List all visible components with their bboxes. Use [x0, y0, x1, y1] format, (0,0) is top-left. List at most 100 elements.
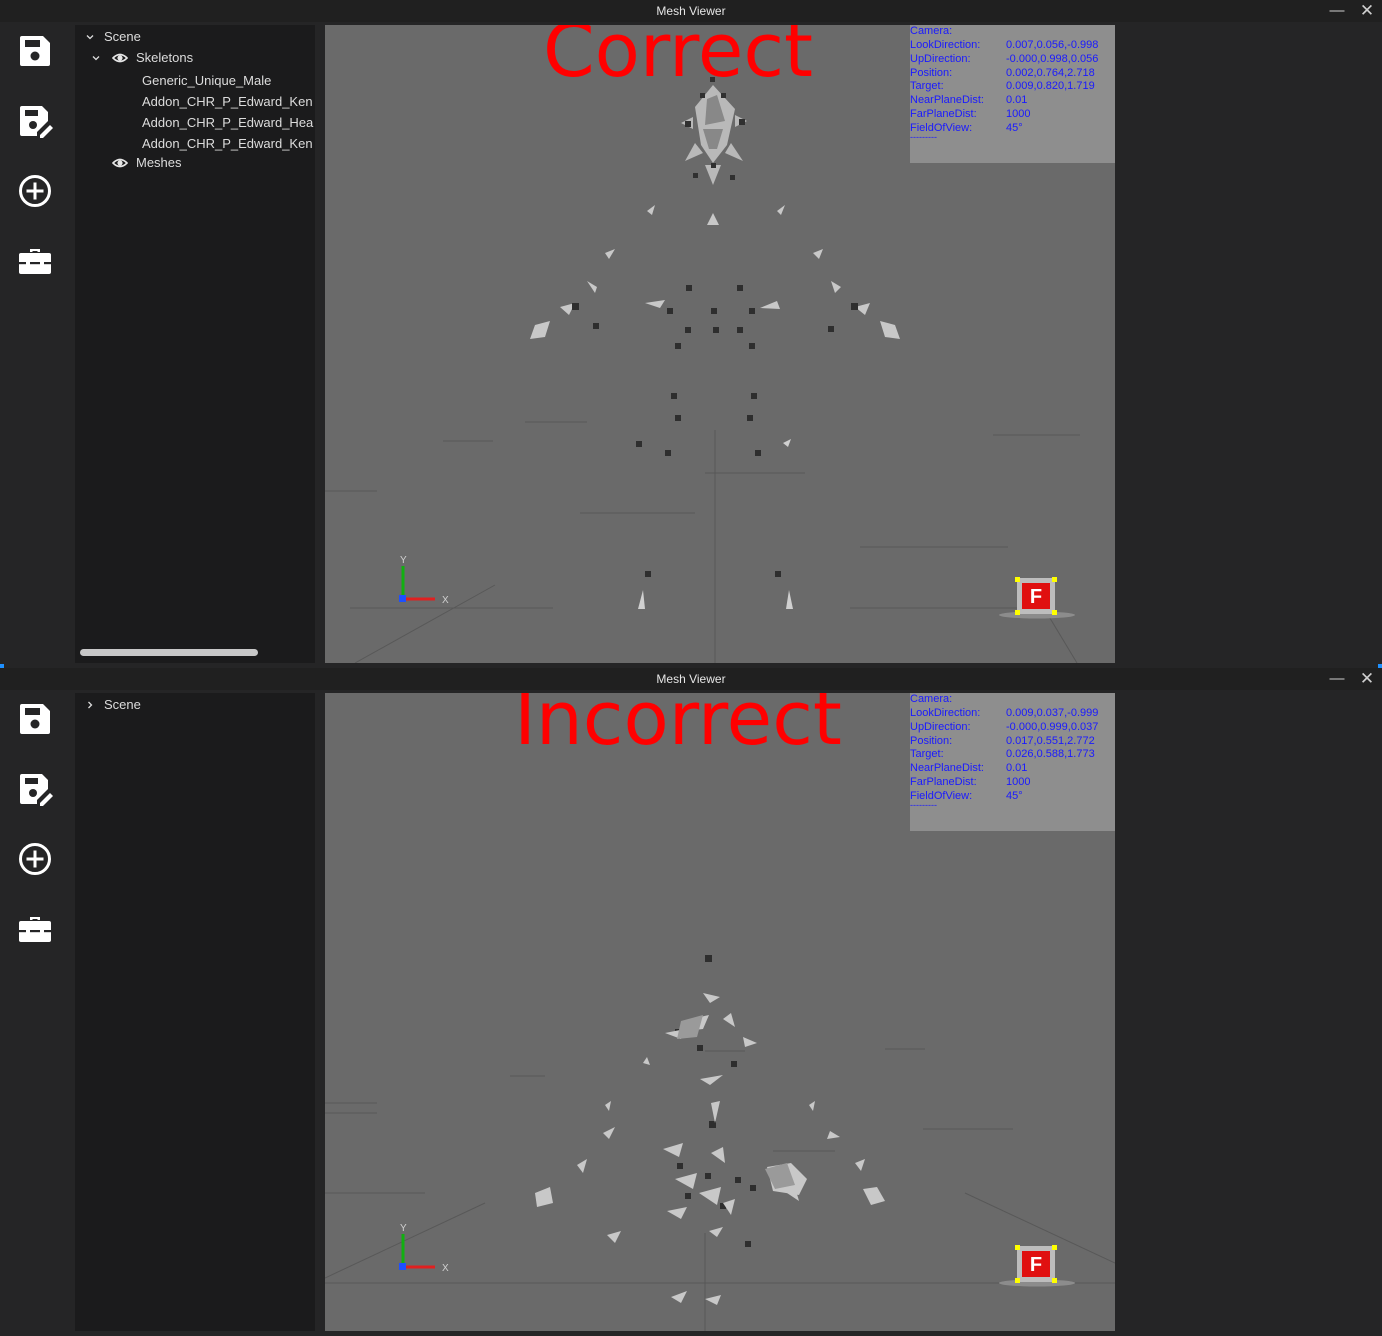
- camera-row: LookDirection: 0.007,0.056,-0.998: [910, 39, 1115, 53]
- title-bar[interactable]: Mesh Viewer — ✕: [0, 0, 1382, 22]
- camera-row: FarPlaneDist: 1000: [910, 776, 1115, 790]
- window-title: Mesh Viewer: [656, 672, 726, 686]
- tree-node-scene[interactable]: Scene: [104, 28, 141, 46]
- save-icon: [17, 33, 53, 69]
- camera-value: 0.002,0.764,2.718: [1006, 67, 1095, 79]
- camera-info-panel: Camera: LookDirection: 0.009,0.037,-0.99…: [910, 693, 1115, 831]
- side-toolbar: [0, 690, 70, 1336]
- camera-row: NearPlaneDist: 0.01: [910, 94, 1115, 108]
- tools-button[interactable]: [17, 243, 53, 279]
- axis-y-label: Y: [400, 1223, 407, 1234]
- minimize-button[interactable]: —: [1324, 670, 1350, 688]
- tree-item-skeleton[interactable]: Addon_CHR_P_Edward_Ken: [142, 93, 313, 111]
- axis-gizmo: Y X: [399, 1223, 449, 1274]
- tree-node-scene[interactable]: Scene: [104, 696, 141, 714]
- camera-footer: ---------: [910, 132, 937, 142]
- save-as-button[interactable]: [17, 771, 53, 807]
- add-button[interactable]: [17, 841, 53, 877]
- camera-info-panel: Camera: LookDirection: 0.007,0.056,-0.99…: [910, 25, 1115, 163]
- camera-key: FarPlaneDist:: [910, 776, 977, 788]
- chevron-right-icon[interactable]: [85, 696, 95, 714]
- window-title: Mesh Viewer: [656, 4, 726, 18]
- eye-icon[interactable]: [112, 49, 128, 67]
- camera-row: NearPlaneDist: 0.01: [910, 762, 1115, 776]
- eye-icon[interactable]: [112, 154, 128, 172]
- add-circle-icon: [17, 173, 53, 209]
- camera-value: 0.026,0.588,1.773: [1006, 748, 1095, 760]
- close-button[interactable]: ✕: [1354, 2, 1380, 20]
- camera-value: 45°: [1006, 122, 1023, 134]
- camera-value: 0.01: [1006, 94, 1028, 106]
- camera-value: 45°: [1006, 790, 1023, 802]
- camera-value: 0.007,0.056,-0.998: [1006, 39, 1099, 51]
- toolbox-icon: [17, 243, 53, 279]
- camera-key: LookDirection:: [910, 39, 981, 51]
- camera-key: Target:: [910, 748, 944, 760]
- tree-node-skeletons[interactable]: Skeletons: [136, 49, 193, 67]
- tools-button[interactable]: [17, 911, 53, 947]
- minimize-button[interactable]: —: [1324, 2, 1350, 20]
- side-toolbar: [0, 22, 70, 668]
- mesh-viewer-window-top: Mesh Viewer — ✕ Scene Skeletons Generic_…: [0, 0, 1382, 668]
- tree-item-skeleton[interactable]: Addon_CHR_P_Edward_Ken: [142, 135, 313, 153]
- chevron-down-icon[interactable]: [91, 49, 101, 67]
- camera-key: LookDirection:: [910, 707, 981, 719]
- camera-footer: ---------: [910, 800, 937, 810]
- camera-row: Position: 0.017,0.551,2.772: [910, 735, 1115, 749]
- camera-key: Position:: [910, 67, 953, 79]
- horizontal-scrollbar[interactable]: [80, 649, 258, 656]
- camera-row: Target: 0.026,0.588,1.773: [910, 748, 1115, 762]
- tree-item-skeleton[interactable]: Addon_CHR_P_Edward_Hea: [142, 114, 313, 132]
- save-as-button[interactable]: [17, 103, 53, 139]
- save-button[interactable]: [17, 701, 53, 737]
- close-button[interactable]: ✕: [1354, 670, 1380, 688]
- add-button[interactable]: [17, 173, 53, 209]
- save-icon: [17, 701, 53, 737]
- camera-key: UpDirection:: [910, 53, 971, 65]
- title-bar[interactable]: Mesh Viewer — ✕: [0, 668, 1382, 690]
- scene-tree[interactable]: Scene: [75, 693, 315, 1331]
- toolbox-icon: [17, 911, 53, 947]
- camera-row: FarPlaneDist: 1000: [910, 108, 1115, 122]
- axis-x-label: X: [442, 1263, 449, 1274]
- camera-key: Position:: [910, 735, 953, 747]
- save-button[interactable]: [17, 33, 53, 69]
- camera-key: Target:: [910, 80, 944, 92]
- axis-y-label: Y: [400, 555, 407, 566]
- camera-row: Position: 0.002,0.764,2.718: [910, 67, 1115, 81]
- camera-value: 0.017,0.551,2.772: [1006, 735, 1095, 747]
- camera-value: 0.009,0.037,-0.999: [1006, 707, 1099, 719]
- camera-value: -0.000,0.999,0.037: [1006, 721, 1099, 733]
- camera-value: 0.009,0.820,1.719: [1006, 80, 1095, 92]
- save-edit-icon: [17, 103, 53, 139]
- scene-tree[interactable]: Scene Skeletons Generic_Unique_Male Addo…: [75, 25, 315, 663]
- camera-header: Camera:: [910, 693, 953, 705]
- 3d-viewport[interactable]: Incorrect Camera: LookDirection: 0.009,0…: [325, 693, 1115, 1331]
- camera-row: UpDirection: -0.000,0.998,0.056: [910, 53, 1115, 67]
- tree-item-skeleton[interactable]: Generic_Unique_Male: [142, 72, 271, 90]
- axis-x-label: X: [442, 595, 449, 606]
- save-edit-icon: [17, 771, 53, 807]
- mesh-viewer-window-bottom: Mesh Viewer — ✕ Scene Incorrect Camera: …: [0, 668, 1382, 1336]
- camera-key: NearPlaneDist:: [910, 94, 984, 106]
- camera-row: FieldOfView: 45°: [910, 122, 1115, 136]
- camera-row: UpDirection: -0.000,0.999,0.037: [910, 721, 1115, 735]
- 3d-viewport[interactable]: Correct Camera: LookDirection: 0.007,0.0…: [325, 25, 1115, 663]
- camera-key: NearPlaneDist:: [910, 762, 984, 774]
- camera-value: 1000: [1006, 776, 1031, 788]
- camera-value: 1000: [1006, 108, 1031, 120]
- camera-value: 0.01: [1006, 762, 1028, 774]
- view-cube[interactable]: [997, 577, 1077, 621]
- chevron-down-icon[interactable]: [85, 28, 95, 46]
- camera-key: FarPlaneDist:: [910, 108, 977, 120]
- view-cube[interactable]: [997, 1245, 1077, 1289]
- camera-key: UpDirection:: [910, 721, 971, 733]
- axis-gizmo: Y X: [399, 555, 449, 606]
- camera-row: FieldOfView: 45°: [910, 790, 1115, 804]
- tree-node-meshes[interactable]: Meshes: [136, 154, 182, 172]
- camera-value: -0.000,0.998,0.056: [1006, 53, 1099, 65]
- camera-row: LookDirection: 0.009,0.037,-0.999: [910, 707, 1115, 721]
- camera-row: Target: 0.009,0.820,1.719: [910, 80, 1115, 94]
- camera-header: Camera:: [910, 25, 953, 37]
- add-circle-icon: [17, 841, 53, 877]
